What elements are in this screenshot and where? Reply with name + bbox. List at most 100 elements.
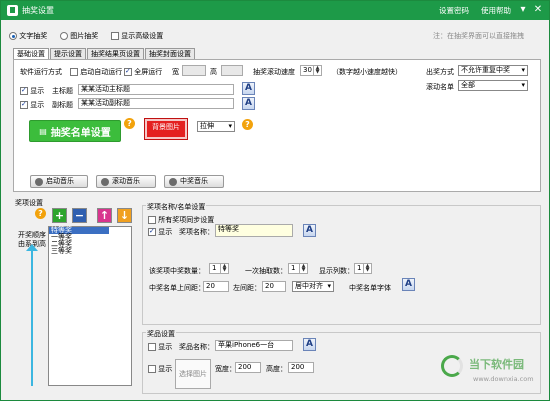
- fullscreen-checkbox[interactable]: 全屏运行: [124, 66, 162, 77]
- checkbox-icon: [148, 343, 156, 351]
- output-mode-label: 出奖方式: [426, 68, 454, 76]
- columns-value: 1: [357, 264, 362, 272]
- left-margin-input[interactable]: 20: [262, 281, 286, 292]
- start-music-label: 启动音乐: [46, 177, 74, 185]
- scroll-list-select[interactable]: 全部: [458, 80, 528, 91]
- music-icon: [101, 177, 109, 186]
- spinner-arrows-icon[interactable]: ▲ ▼: [313, 66, 321, 75]
- winner-font-button[interactable]: A: [402, 278, 415, 291]
- checkbox-icon: [111, 32, 119, 40]
- checkbox-icon: [70, 68, 78, 76]
- height-input[interactable]: [221, 65, 243, 76]
- show-label: 显示: [158, 365, 173, 373]
- quota-value: 1: [212, 264, 217, 272]
- list-help-icon[interactable]: ?: [124, 118, 135, 129]
- tab-cover[interactable]: 抽奖封面设置: [145, 48, 195, 59]
- move-up-button[interactable]: ↑: [97, 208, 112, 223]
- sync-checkbox[interactable]: 所有奖项同步设置: [148, 215, 214, 225]
- help-link[interactable]: 使用帮助: [481, 5, 511, 16]
- width-label: 宽: [172, 68, 179, 76]
- sync-label: 所有奖项同步设置: [158, 216, 215, 224]
- sub-title-font-button[interactable]: A: [242, 97, 255, 110]
- watermark-brand: 当下软件园: [469, 358, 524, 371]
- columns-label: 显示列数：: [319, 267, 354, 275]
- arrow-up-icon: [26, 244, 38, 251]
- quota-label: 该奖项中奖数量：: [149, 267, 205, 275]
- background-image-button[interactable]: 背景图片: [144, 118, 188, 140]
- win-music-button[interactable]: 中奖音乐: [164, 175, 224, 188]
- scroll-speed-label: 抽奖滚动速度: [253, 68, 295, 76]
- goods-height-input[interactable]: 200: [288, 362, 314, 373]
- choose-goods-image-button[interactable]: 选择图片: [175, 359, 211, 389]
- prize-name-font-button[interactable]: A: [303, 224, 316, 237]
- checkmark-icon: [20, 85, 28, 95]
- checkmark-icon: [20, 99, 28, 109]
- advanced-checkbox[interactable]: 显示高级设置: [111, 31, 163, 41]
- basic-settings-panel: 软件运行方式 启动自动运行 全屏运行 宽 高 抽奖滚动速度 30 ▲▼ （数字越…: [13, 59, 541, 192]
- quota-spinner[interactable]: 1 ▲ ▼: [209, 263, 229, 274]
- mode-image-radio[interactable]: 图片抽奖: [60, 31, 98, 41]
- show-prize-name-checkbox[interactable]: 显示: [148, 226, 172, 237]
- per-draw-value: 1: [291, 264, 296, 272]
- close-icon[interactable]: ✕: [532, 3, 544, 17]
- sub-title-label: 副标题: [52, 101, 73, 109]
- output-mode-select[interactable]: 不允许重复中奖: [458, 65, 528, 76]
- add-prize-button[interactable]: +: [52, 208, 67, 223]
- checkbox-icon: [148, 365, 156, 373]
- sub-title-input[interactable]: 某某活动副标题: [78, 98, 234, 109]
- scroll-list-label: 滚动名单: [426, 83, 454, 91]
- autostart-checkbox[interactable]: 启动自动运行: [70, 67, 122, 77]
- goods-width-input[interactable]: 200: [235, 362, 261, 373]
- main-title-font-button[interactable]: A: [242, 82, 255, 95]
- prize-help-icon[interactable]: ?: [35, 208, 46, 219]
- scroll-music-button[interactable]: 滚动音乐: [96, 175, 156, 188]
- checkmark-icon: [124, 66, 132, 76]
- show-label: 显示: [30, 87, 45, 95]
- drag-hint: 注：在抽奖界面可以直接拖拽: [433, 32, 524, 40]
- music-icon: [35, 177, 43, 186]
- width-input[interactable]: [182, 65, 206, 76]
- stretch-mode-select[interactable]: 拉伸: [197, 121, 235, 132]
- minimize-icon[interactable]: ▾: [517, 3, 529, 17]
- checkbox-icon: [148, 216, 156, 224]
- draw-list-settings-button[interactable]: ▤ 抽奖名单设置: [29, 120, 121, 142]
- columns-spinner[interactable]: 1 ▲ ▼: [354, 263, 372, 274]
- spinner-arrows-icon[interactable]: ▲ ▼: [220, 264, 228, 273]
- background-help-icon[interactable]: ?: [242, 119, 253, 130]
- tab-result-page[interactable]: 抽奖结果页设置: [87, 48, 144, 59]
- mode-text-radio[interactable]: 文字抽奖: [9, 31, 47, 41]
- checkmark-icon: [148, 226, 156, 236]
- align-select[interactable]: 居中对齐: [292, 281, 334, 292]
- left-margin-label: 左间距：: [233, 284, 261, 292]
- show-goods-image-checkbox[interactable]: 显示: [148, 364, 172, 374]
- scroll-speed-spinner[interactable]: 30 ▲ ▼: [300, 65, 322, 76]
- win-music-label: 中奖音乐: [180, 177, 208, 185]
- window-title: 抽奖设置: [22, 6, 54, 15]
- goods-height-label: 高度：: [266, 365, 287, 373]
- goods-name-font-button[interactable]: A: [303, 338, 316, 351]
- prize-name-input[interactable]: 特等奖: [215, 224, 293, 237]
- show-main-title-checkbox[interactable]: 显示: [20, 85, 45, 96]
- start-music-button[interactable]: 启动音乐: [30, 175, 88, 188]
- scroll-speed-hint: （数字越小速度越快）: [332, 68, 402, 76]
- set-password-link[interactable]: 设置密码: [439, 5, 469, 16]
- spinner-arrows-icon[interactable]: ▲ ▼: [363, 264, 371, 273]
- main-title-input[interactable]: 某某活动主标题: [78, 84, 234, 95]
- list-icon: ▤: [39, 126, 47, 136]
- goods-name-input[interactable]: 苹果iPhone6一台: [215, 340, 293, 351]
- list-item[interactable]: 三等奖: [49, 248, 131, 255]
- prize-name-label: 奖项名称：: [179, 228, 214, 236]
- show-sub-title-checkbox[interactable]: 显示: [20, 99, 45, 110]
- spinner-arrows-icon[interactable]: ▲ ▼: [299, 264, 307, 273]
- app-icon: [7, 5, 18, 16]
- move-down-button[interactable]: ↓: [117, 208, 132, 223]
- show-goods-name-checkbox[interactable]: 显示: [148, 342, 172, 352]
- per-draw-spinner[interactable]: 1 ▲ ▼: [288, 263, 308, 274]
- top-margin-input[interactable]: 20: [203, 281, 229, 292]
- order-arrow-line: [31, 246, 33, 386]
- show-label: 显示: [30, 101, 45, 109]
- prize-listbox[interactable]: 特等奖 一等奖 二等奖 三等奖: [48, 226, 132, 386]
- tab-tips[interactable]: 提示设置: [50, 48, 86, 59]
- remove-prize-button[interactable]: −: [72, 208, 87, 223]
- tab-basic[interactable]: 基础设置: [13, 48, 49, 59]
